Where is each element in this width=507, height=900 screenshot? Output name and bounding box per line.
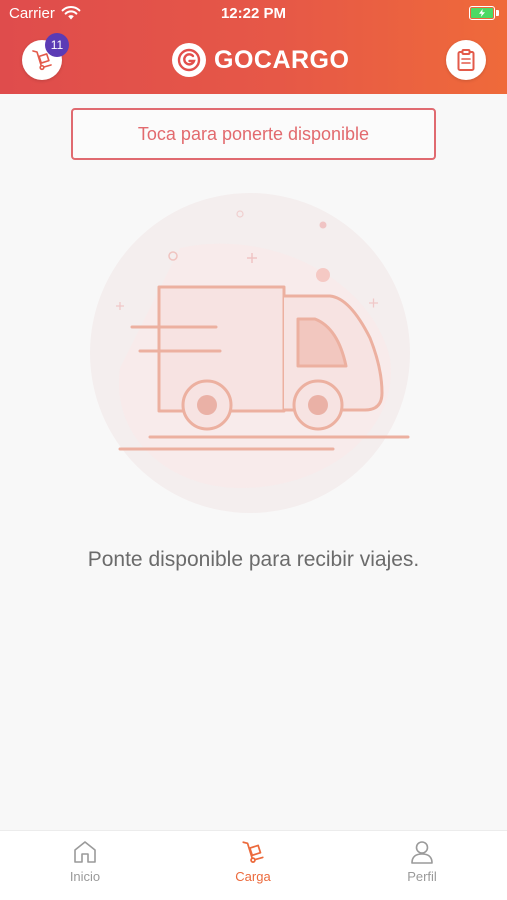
empty-state-message: Ponte disponible para recibir viajes. bbox=[87, 548, 420, 571]
logo-text: GOCARGO bbox=[214, 45, 350, 74]
trolley-icon bbox=[242, 841, 264, 863]
battery-icon bbox=[469, 6, 499, 20]
delivery-truck-illustration bbox=[90, 193, 410, 513]
logo-mark-icon bbox=[172, 43, 206, 77]
tab-bar: Inicio Carga Perfil bbox=[0, 830, 507, 900]
gocargo-logo: GOCARGO bbox=[172, 42, 349, 78]
user-icon bbox=[411, 841, 433, 864]
cargo-count-badge: 11 bbox=[45, 33, 69, 57]
header: Carrier 12:22 PM 11 GOCARGO bbox=[0, 0, 507, 94]
tab-perfil-label: Perfil bbox=[407, 869, 437, 884]
clock: 12:22 PM bbox=[220, 5, 287, 22]
tab-inicio[interactable]: Inicio bbox=[25, 839, 145, 884]
clipboard-icon bbox=[457, 49, 475, 71]
clipboard-button[interactable] bbox=[446, 40, 486, 80]
home-icon bbox=[74, 841, 96, 863]
tab-perfil[interactable]: Perfil bbox=[362, 839, 482, 884]
tab-carga-label: Carga bbox=[235, 869, 271, 884]
app-screen: Carrier 12:22 PM 11 GOCARGO Toca para po… bbox=[0, 0, 507, 900]
tab-inicio-label: Inicio bbox=[69, 869, 101, 884]
tab-carga[interactable]: Carga bbox=[193, 839, 313, 884]
status-bar: Carrier 12:22 PM bbox=[0, 0, 507, 28]
availability-button[interactable]: Toca para ponerte disponible bbox=[71, 108, 436, 160]
